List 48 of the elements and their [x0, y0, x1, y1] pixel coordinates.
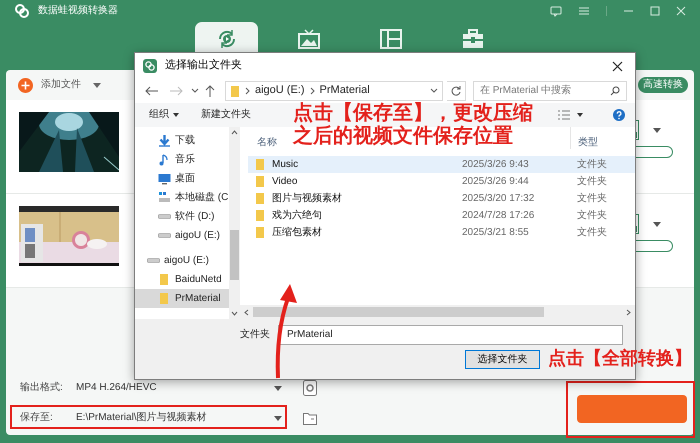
nav-item[interactable]: 下载	[135, 131, 229, 150]
file-type: 文件夹	[577, 158, 607, 170]
select-folder-button[interactable]: 选择文件夹	[465, 350, 540, 369]
address-bar[interactable]: aigoU (E:) PrMaterial	[225, 81, 443, 101]
file-date: 2024/7/28 17:26	[462, 210, 536, 222]
file-type: 文件夹	[577, 176, 607, 188]
speed-convert-button[interactable]: 高速转换	[638, 77, 688, 93]
file-row[interactable]: 压缩包素材 2025/3/21 8:55 文件夹	[248, 224, 635, 241]
field-label: 输出格式:	[19, 382, 64, 394]
file-name: Music	[272, 158, 298, 170]
nav-item[interactable]: 本地磁盘 (C	[135, 188, 229, 207]
file-name: Video	[272, 176, 298, 188]
file-row[interactable]: 图片与视频素材 2025/3/20 17:32 文件夹	[248, 190, 635, 207]
folder-input[interactable]: PrMaterial	[278, 325, 623, 345]
file-type: 文件夹	[577, 210, 607, 222]
file-date: 2025/3/26 9:44	[462, 176, 530, 188]
file-name: 戏为六绝句	[272, 210, 322, 222]
nav-item[interactable]: 软件 (D:)	[135, 207, 229, 226]
dialog-title: 选择输出文件夹	[165, 59, 242, 73]
nav-item[interactable]: aigoU (E:)	[135, 226, 229, 245]
column-header[interactable]: 类型	[570, 127, 598, 149]
nav-item[interactable]: 音乐	[135, 150, 229, 169]
nav-item[interactable]: BaiduNetd	[135, 270, 229, 289]
search-field[interactable]: 在 PrMaterial 中搜索	[472, 81, 627, 101]
column-header[interactable]: 名称	[257, 137, 277, 148]
annotation-text: 点击【保存至】，更改压缩之后的视频文件保存位置	[293, 102, 534, 148]
nav-item[interactable]: aigoU (E:)	[135, 251, 229, 270]
organize-menu[interactable]: 组织	[149, 109, 179, 121]
file-row[interactable]: Video 2025/3/26 9:44 文件夹	[248, 173, 635, 190]
new-folder-button[interactable]: 新建文件夹	[201, 109, 251, 121]
file-date: 2025/3/21 8:55	[462, 226, 530, 238]
annotation-text: 点击【全部转换】	[548, 348, 692, 370]
add-file-label[interactable]: 添加文件	[41, 79, 81, 91]
field-label: 文件夹	[240, 329, 271, 341]
file-row[interactable]: Music 2025/3/26 9:43 文件夹	[248, 156, 635, 173]
field-label: 保存至:	[19, 412, 54, 424]
nav-item[interactable]: 桌面	[135, 169, 229, 188]
file-name: 压缩包素材	[272, 226, 322, 238]
file-row[interactable]: 戏为六绝句 2024/7/28 17:26 文件夹	[248, 207, 635, 224]
file-name: 图片与视频素材	[272, 192, 342, 204]
breadcrumb-item[interactable]: PrMaterial	[320, 84, 370, 98]
file-type: 文件夹	[577, 226, 607, 238]
file-type: 文件夹	[577, 192, 607, 204]
file-date: 2025/3/20 17:32	[462, 192, 536, 204]
nav-item[interactable]: PrMaterial	[135, 289, 229, 308]
app-title: 数据蛙视频转换器	[38, 5, 118, 17]
file-date: 2025/3/26 9:43	[462, 158, 530, 170]
breadcrumb-item[interactable]: aigoU (E:)	[255, 84, 305, 98]
